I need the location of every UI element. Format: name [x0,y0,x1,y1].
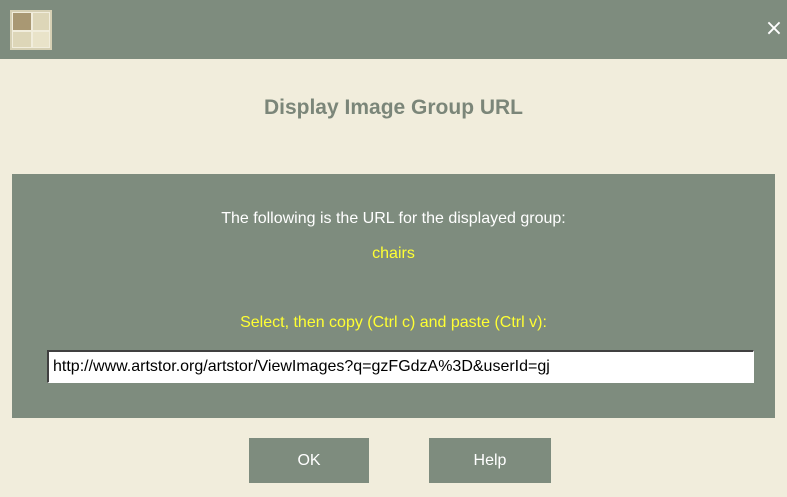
app-icon-tile [33,32,49,47]
group-name: chairs [372,245,415,262]
app-icon-tile [13,13,31,30]
help-button[interactable]: Help [429,438,551,483]
url-field[interactable] [47,350,754,383]
intro-text: The following is the URL for the display… [221,210,566,227]
title-bar[interactable]: × [0,0,787,59]
display-url-dialog: × Display Image Group URL The following … [0,0,787,497]
url-panel: The following is the URL for the display… [12,174,775,418]
app-window-icon [10,10,52,50]
ok-button[interactable]: OK [249,438,369,483]
copy-instructions: Select, then copy (Ctrl c) and paste (Ct… [240,314,547,331]
close-icon[interactable]: × [761,14,787,44]
dialog-title: Display Image Group URL [263,96,524,119]
app-icon-tile [33,13,49,30]
app-icon-tile [13,32,31,47]
